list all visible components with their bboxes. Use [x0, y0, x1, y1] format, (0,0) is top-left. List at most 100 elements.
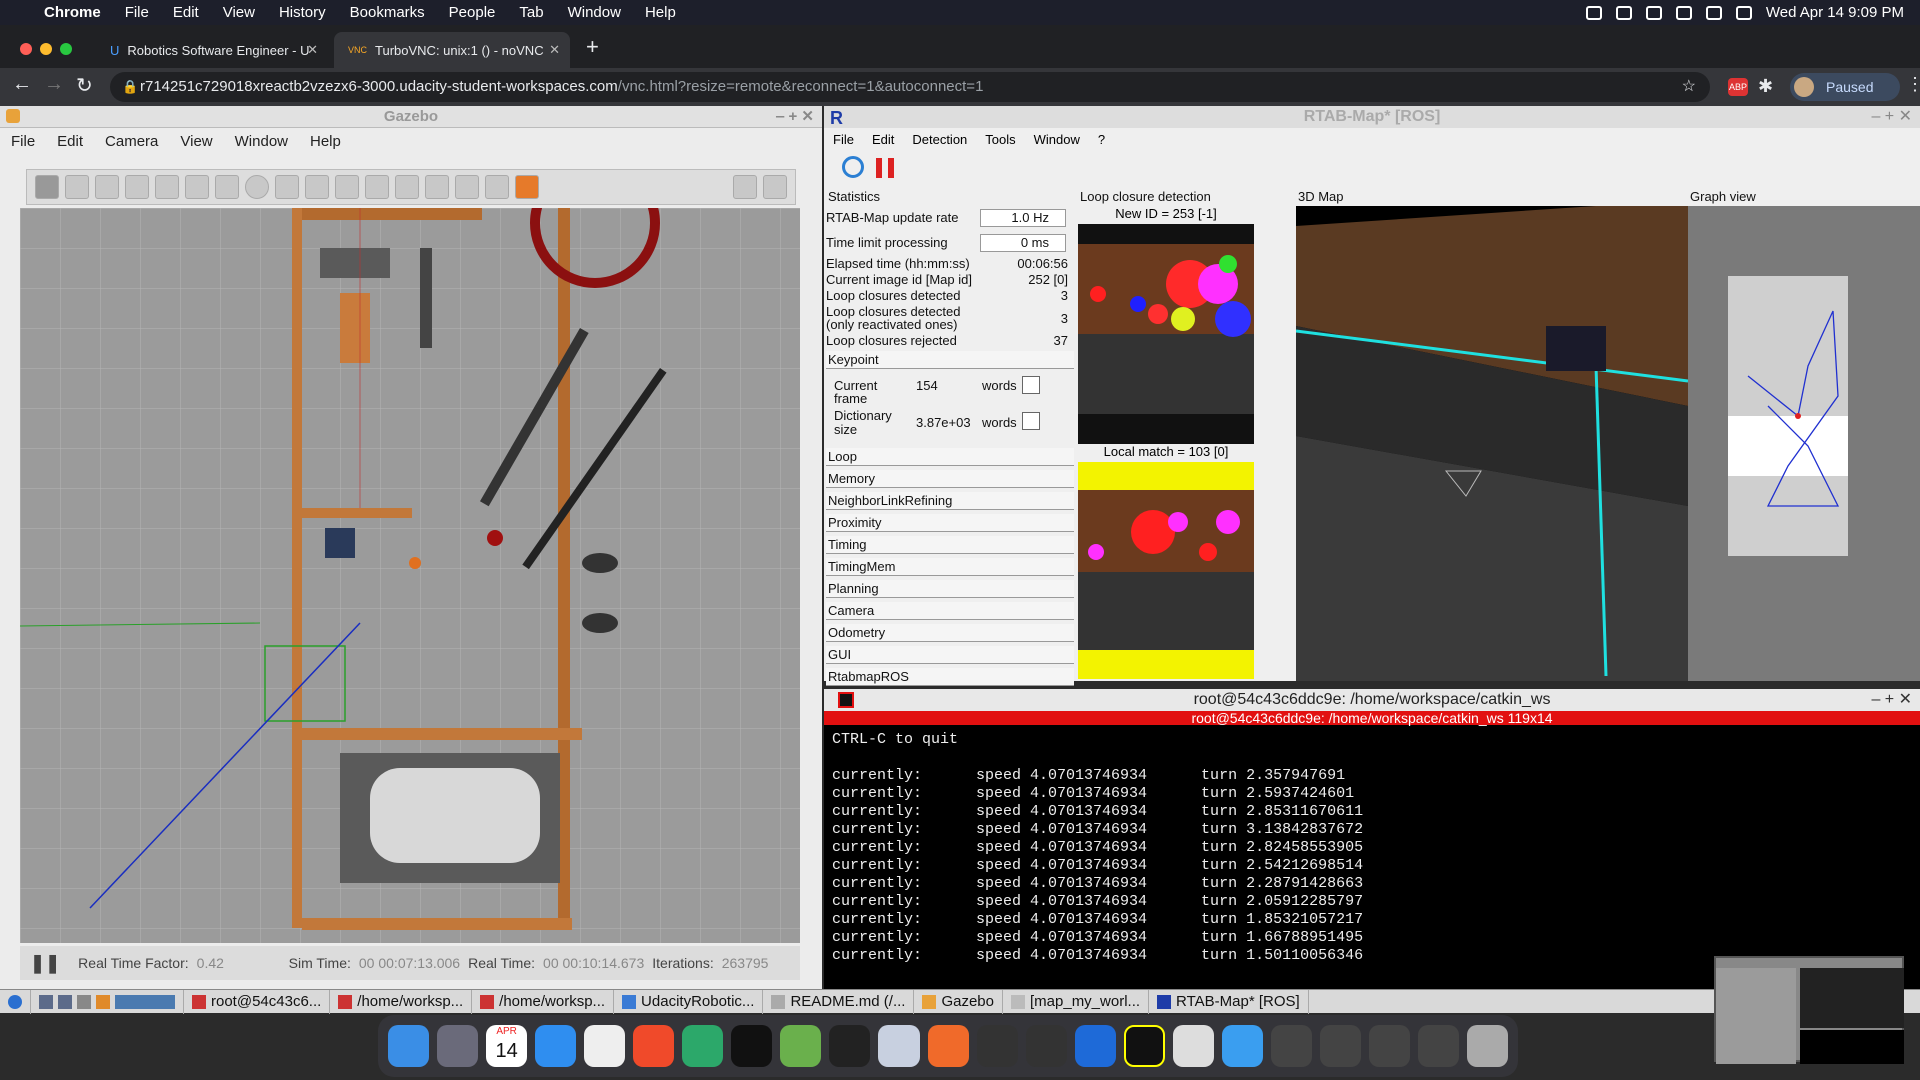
select-mode-icon[interactable]	[35, 175, 59, 199]
maps-icon[interactable]	[1074, 1025, 1116, 1067]
browser-tab-active[interactable]: VNC TurboVNC: unix:1 () - noVNC ✕	[334, 32, 570, 68]
menu-edit[interactable]: Edit	[46, 133, 94, 150]
chrome-icon[interactable]	[584, 1025, 626, 1067]
task-item[interactable]: RTAB-Map* [ROS]	[1149, 989, 1309, 1014]
task-item[interactable]: /home/worksp...	[472, 989, 615, 1014]
launchpad-icon[interactable]	[437, 1025, 479, 1067]
window-controls[interactable]: ‒ + ✕	[1871, 689, 1912, 711]
adblock-icon[interactable]: ABP	[1728, 78, 1748, 96]
spot-light-icon[interactable]	[335, 175, 359, 199]
profile-paused-button[interactable]: Paused	[1790, 73, 1900, 101]
clock[interactable]: Wed Apr 14 9:09 PM	[1766, 4, 1904, 21]
new-tab-button[interactable]: +	[586, 34, 599, 60]
close-tab-icon[interactable]: ✕	[549, 42, 560, 58]
task-item[interactable]: root@54c43c6...	[184, 989, 331, 1014]
app-icon[interactable]	[976, 1025, 1018, 1067]
terminal-window[interactable]: root@54c43c6ddc9e: /home/workspace/catki…	[824, 689, 1920, 990]
minimized-window[interactable]	[1319, 1025, 1362, 1067]
trash-icon[interactable]	[1467, 1025, 1509, 1067]
paste-icon[interactable]	[425, 175, 449, 199]
battery-icon[interactable]	[1705, 5, 1722, 20]
copy-icon[interactable]	[395, 175, 419, 199]
window-controls[interactable]: ‒ + ✕	[776, 106, 814, 128]
minimized-window[interactable]	[1418, 1025, 1460, 1067]
menu-help[interactable]: ?	[1089, 132, 1114, 147]
menu-view[interactable]: View	[169, 133, 223, 150]
pycharm-icon[interactable]	[1123, 1025, 1165, 1067]
app-icon[interactable]	[1025, 1025, 1067, 1067]
task-item[interactable]: README.md (/...	[763, 989, 915, 1014]
menu-app-name[interactable]: Chrome	[32, 4, 113, 21]
rotate-icon[interactable]	[95, 175, 119, 199]
menu-bookmarks[interactable]: Bookmarks	[338, 4, 437, 21]
menu-detection[interactable]: Detection	[903, 132, 976, 147]
chrome-menu-icon[interactable]: ⋮	[1906, 74, 1920, 95]
zoom-window-button[interactable]	[60, 43, 72, 55]
minimized-window[interactable]	[1369, 1025, 1411, 1067]
time-limit-spinbox[interactable]: 0 ms	[980, 234, 1066, 252]
directional-light-icon[interactable]	[365, 175, 389, 199]
task-item[interactable]: [map_my_worl...	[1003, 989, 1150, 1014]
menu-people[interactable]: People	[437, 4, 508, 21]
folder-icon[interactable]	[1221, 1025, 1263, 1067]
back-icon[interactable]: ←	[12, 73, 32, 96]
menu-edit[interactable]: Edit	[161, 4, 211, 21]
search-icon[interactable]	[1735, 5, 1752, 20]
window-controls[interactable]: ‒ + ✕	[1871, 106, 1912, 128]
status-icon[interactable]	[1585, 5, 1602, 20]
menu-file[interactable]: File	[824, 132, 863, 147]
section-proximity[interactable]: Proximity	[826, 514, 1074, 532]
brave-icon[interactable]	[633, 1025, 675, 1067]
task-item[interactable]: Gazebo	[914, 989, 1003, 1014]
close-window-button[interactable]	[20, 43, 32, 55]
scale-icon[interactable]	[125, 175, 149, 199]
menu-tools[interactable]: Tools	[976, 132, 1024, 147]
calendar-icon[interactable]: APR 14	[486, 1025, 528, 1067]
screenshot-icon[interactable]	[733, 175, 757, 199]
section-neighbor[interactable]: NeighborLinkRefining	[826, 492, 1074, 510]
section-timingmem[interactable]: TimingMem	[826, 558, 1074, 576]
bookmark-star-icon[interactable]: ☆	[1682, 72, 1696, 102]
atom-icon[interactable]	[682, 1025, 724, 1067]
menu-tab[interactable]: Tab	[507, 4, 555, 21]
android-icon[interactable]	[780, 1025, 822, 1067]
forward-icon[interactable]: →	[44, 73, 64, 96]
undo-icon[interactable]	[155, 175, 179, 199]
menu-file[interactable]: File	[113, 4, 161, 21]
update-rate-spinbox[interactable]: 1.0 Hz	[980, 209, 1066, 227]
section-gui[interactable]: GUI	[826, 646, 1074, 664]
snap-icon[interactable]	[485, 175, 509, 199]
menu-camera[interactable]: Camera	[94, 133, 169, 150]
task-item[interactable]: UdacityRobotic...	[614, 989, 764, 1014]
close-tab-icon[interactable]: ✕	[307, 42, 318, 58]
menu-window[interactable]: Window	[556, 4, 633, 21]
window-thumbnail[interactable]	[1714, 956, 1904, 1064]
pause-icon[interactable]	[876, 158, 894, 178]
translate-icon[interactable]	[65, 175, 89, 199]
status-icon[interactable]	[1645, 5, 1662, 20]
box-app-icon[interactable]	[878, 1025, 920, 1067]
preview-icon[interactable]	[1172, 1025, 1214, 1067]
gazebo-3d-scene[interactable]	[20, 208, 800, 943]
change-view-icon[interactable]	[515, 175, 539, 199]
menu-view[interactable]: View	[211, 4, 267, 21]
start-menu-icon[interactable]	[0, 989, 31, 1014]
terminal-icon[interactable]	[731, 1025, 773, 1067]
status-icon[interactable]	[1615, 5, 1632, 20]
section-keypoint[interactable]: Keypoint	[826, 351, 1074, 369]
box-shape-icon[interactable]	[215, 175, 239, 199]
address-bar[interactable]: 🔒 r714251c729018xreactb2vzezx6-3000.udac…	[110, 72, 1710, 102]
section-memory[interactable]: Memory	[826, 470, 1074, 488]
section-odometry[interactable]: Odometry	[826, 624, 1074, 642]
sphere-shape-icon[interactable]	[245, 175, 269, 199]
wifi-icon[interactable]	[1675, 5, 1692, 20]
menu-window[interactable]: Window	[1025, 132, 1089, 147]
align-icon[interactable]	[455, 175, 479, 199]
map3d-view[interactable]	[1296, 206, 1688, 681]
section-timing[interactable]: Timing	[826, 536, 1074, 554]
menu-window[interactable]: Window	[224, 133, 299, 150]
safari-icon[interactable]	[535, 1025, 577, 1067]
menu-help[interactable]: Help	[299, 133, 352, 150]
refresh-icon[interactable]	[842, 156, 864, 178]
cylinder-shape-icon[interactable]	[275, 175, 299, 199]
